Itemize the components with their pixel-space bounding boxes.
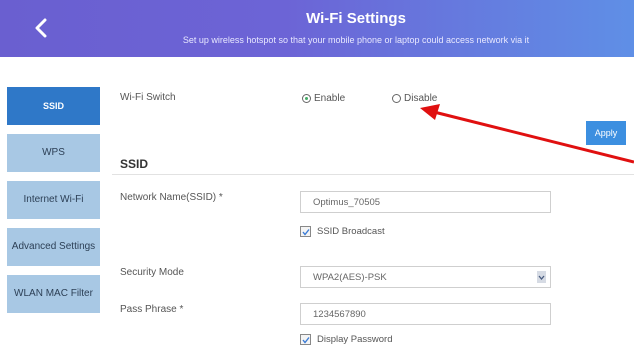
section-title-ssid: SSID [120, 157, 149, 171]
chevron-down-icon [537, 271, 546, 283]
enable-radio[interactable]: Enable [302, 93, 345, 104]
security-mode-select[interactable]: WPA2(AES)-PSK [300, 266, 551, 288]
sidebar-item-wlan-mac-filter[interactable]: WLAN MAC Filter [7, 275, 100, 313]
security-mode-value: WPA2(AES)-PSK [313, 271, 387, 283]
wifi-switch-label: Wi-Fi Switch [120, 92, 176, 103]
disable-radio[interactable]: Disable [392, 93, 437, 104]
sidebar-item-wps[interactable]: WPS [7, 134, 100, 172]
sidebar-item-advanced-settings[interactable]: Advanced Settings [7, 228, 100, 266]
ssid-broadcast-checkbox[interactable]: SSID Broadcast [300, 226, 385, 237]
radio-unselected-icon [392, 94, 401, 103]
radio-selected-icon [302, 94, 311, 103]
pass-phrase-input[interactable]: 1234567890 [300, 303, 551, 325]
network-name-label: Network Name(SSID) * [120, 192, 223, 203]
page-title: Wi-Fi Settings [306, 10, 406, 27]
page-subtitle: Set up wireless hotspot so that your mob… [182, 35, 530, 45]
checkmark-icon [300, 334, 311, 345]
apply-button[interactable]: Apply [586, 121, 626, 145]
display-password-label: Display Password [317, 334, 393, 345]
disable-radio-label: Disable [404, 93, 438, 104]
network-name-input[interactable]: Optimus_70505 [300, 191, 551, 213]
pass-phrase-label: Pass Phrase * [120, 304, 184, 315]
sidebar-item-ssid[interactable]: SSID [7, 87, 100, 125]
section-divider [112, 174, 634, 175]
display-password-checkbox[interactable]: Display Password [300, 334, 393, 345]
enable-radio-label: Enable [314, 93, 346, 104]
sidebar-item-internet-wifi[interactable]: Internet Wi-Fi [7, 181, 100, 219]
checkmark-icon [300, 226, 311, 237]
ssid-broadcast-label: SSID Broadcast [317, 226, 385, 237]
security-mode-label: Security Mode [120, 267, 184, 278]
header-bar: Wi-Fi Settings Set up wireless hotspot s… [0, 0, 634, 57]
